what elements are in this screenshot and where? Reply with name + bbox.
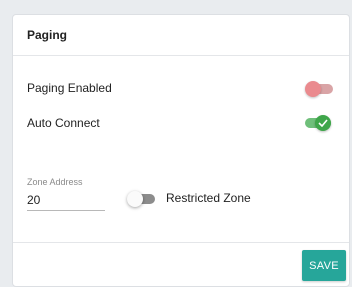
checkmark-icon [318,119,328,127]
paging-card: Paging Paging Enabled Auto Connect Zone … [12,14,350,287]
auto-connect-label: Auto Connect [27,116,100,130]
toggle-knob [305,81,321,97]
restricted-zone-label: Restricted Zone [166,191,251,205]
toggle-knob [127,191,143,207]
zone-address-label: Zone Address [27,177,83,187]
card-header: Paging [13,15,349,56]
paging-enabled-label: Paging Enabled [27,81,112,95]
footer-divider [13,242,349,243]
restricted-zone-toggle[interactable] [127,191,155,207]
card-title: Paging [27,28,68,42]
save-button[interactable]: SAVE [302,250,346,281]
toggle-knob [315,115,331,131]
paging-enabled-toggle[interactable] [305,81,333,97]
auto-connect-toggle[interactable] [303,115,331,131]
zone-address-input[interactable] [27,189,105,211]
